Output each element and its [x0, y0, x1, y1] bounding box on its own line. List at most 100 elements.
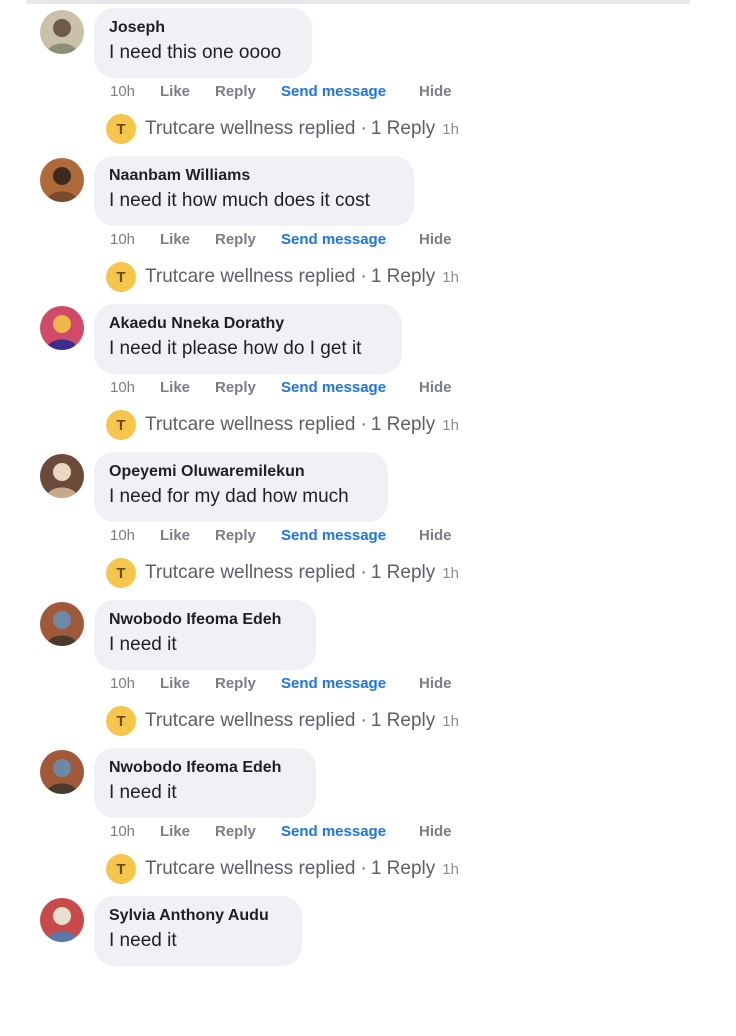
reply-button[interactable]: Reply	[215, 527, 281, 544]
comment-text: I need it how much does it cost	[109, 190, 370, 211]
comment-text: I need for my dad how much	[109, 486, 349, 507]
comment-timestamp[interactable]: 10h	[110, 823, 160, 840]
comment-bubble: Nwobodo Ifeoma Edeh I need it	[94, 600, 316, 670]
comment-item: Naanbam Williams I need it how much does …	[0, 148, 736, 296]
like-button[interactable]: Like	[160, 675, 215, 692]
comment-timestamp[interactable]: 10h	[110, 231, 160, 248]
comment-author[interactable]: Sylvia Anthony Audu	[109, 906, 286, 926]
send-message-button[interactable]: Send message	[281, 675, 419, 692]
comment-item: Nwobodo Ifeoma Edeh I need it 10h Like Reply…	[0, 592, 736, 740]
like-button[interactable]: Like	[160, 823, 215, 840]
like-button[interactable]: Like	[160, 231, 215, 248]
reply-timestamp: 1h	[442, 860, 459, 878]
profile-photo-icon[interactable]	[40, 750, 84, 794]
comment-author[interactable]: Nwobodo Ifeoma Edeh	[109, 758, 300, 778]
reply-button[interactable]: Reply	[215, 823, 281, 840]
comment-bubble: Joseph I need this one oooo	[94, 8, 312, 78]
comment-list: Joseph I need this one oooo 10h Like Reply Se…	[0, 0, 736, 1024]
page-avatar: T	[106, 854, 136, 884]
hide-button[interactable]: Hide	[419, 83, 452, 100]
comment-timestamp[interactable]: 10h	[110, 675, 160, 692]
reply-separator: ·	[360, 118, 367, 139]
hide-button[interactable]: Hide	[419, 231, 452, 248]
profile-photo-icon[interactable]	[40, 158, 84, 202]
comment-actions: 10h Like Reply Send message Hide	[110, 525, 452, 545]
comment-timestamp[interactable]: 10h	[110, 83, 160, 100]
reply-timestamp: 1h	[442, 712, 459, 730]
view-replies-link[interactable]: T Trutcare wellness replied · 1 Reply 1h	[106, 557, 459, 589]
view-replies-link[interactable]: T Trutcare wellness replied · 1 Reply 1h	[106, 261, 459, 293]
reply-summary-text: Trutcare wellness replied	[145, 414, 356, 435]
like-button[interactable]: Like	[160, 83, 215, 100]
comment-actions: 10h Like Reply Send message Hide	[110, 229, 452, 249]
reply-button[interactable]: Reply	[215, 83, 281, 100]
hide-button[interactable]: Hide	[419, 823, 452, 840]
profile-photo-icon[interactable]	[40, 454, 84, 498]
comment-actions: 10h Like Reply Send message Hide	[110, 377, 452, 397]
reply-button[interactable]: Reply	[215, 379, 281, 396]
reply-count: 1 Reply	[370, 710, 436, 731]
reply-timestamp: 1h	[442, 564, 459, 582]
page-avatar: T	[106, 114, 136, 144]
comment-text: I need it please how do I get it	[109, 338, 362, 359]
reply-separator: ·	[360, 562, 367, 583]
view-replies-link[interactable]: T Trutcare wellness replied · 1 Reply 1h	[106, 409, 459, 441]
comment-bubble: Naanbam Williams I need it how much does …	[94, 156, 414, 226]
reply-count: 1 Reply	[370, 858, 436, 879]
reply-timestamp: 1h	[442, 120, 459, 138]
reply-summary-text: Trutcare wellness replied	[145, 266, 356, 287]
like-button[interactable]: Like	[160, 379, 215, 396]
comment-timestamp[interactable]: 10h	[110, 527, 160, 544]
hide-button[interactable]: Hide	[419, 527, 452, 544]
send-message-button[interactable]: Send message	[281, 231, 419, 248]
reply-count: 1 Reply	[370, 414, 436, 435]
reply-timestamp: 1h	[442, 268, 459, 286]
comment-text: I need this one oooo	[109, 42, 282, 63]
reply-separator: ·	[360, 414, 367, 435]
comment-actions: 10h Like Reply Send message Hide	[110, 673, 452, 693]
comment-actions: 10h Like Reply Send message Hide	[110, 81, 452, 101]
comment-timestamp[interactable]: 10h	[110, 379, 160, 396]
profile-photo-icon[interactable]	[40, 898, 84, 942]
send-message-button[interactable]: Send message	[281, 379, 419, 396]
view-replies-link[interactable]: T Trutcare wellness replied · 1 Reply 1h	[106, 853, 459, 885]
like-button[interactable]: Like	[160, 527, 215, 544]
reply-button[interactable]: Reply	[215, 231, 281, 248]
send-message-button[interactable]: Send message	[281, 823, 419, 840]
comment-item: Sylvia Anthony Audu I need it	[0, 888, 736, 1036]
comment-item: Joseph I need this one oooo 10h Like Reply Se…	[0, 0, 736, 148]
reply-summary-text: Trutcare wellness replied	[145, 858, 356, 879]
comment-author[interactable]: Nwobodo Ifeoma Edeh	[109, 610, 300, 630]
reply-summary-text: Trutcare wellness replied	[145, 562, 356, 583]
comment-actions: 10h Like Reply Send message Hide	[110, 821, 452, 841]
profile-photo-icon[interactable]	[40, 306, 84, 350]
comment-item: Opeyemi Oluwaremilekun I need for my dad …	[0, 444, 736, 592]
comment-bubble: Sylvia Anthony Audu I need it	[94, 896, 302, 966]
comment-text: I need it	[109, 930, 177, 951]
page-avatar: T	[106, 262, 136, 292]
hide-button[interactable]: Hide	[419, 675, 452, 692]
page-avatar: T	[106, 706, 136, 736]
comment-bubble: Opeyemi Oluwaremilekun I need for my dad …	[94, 452, 388, 522]
comment-author[interactable]: Opeyemi Oluwaremilekun	[109, 462, 372, 482]
reply-separator: ·	[360, 266, 367, 287]
comment-author[interactable]: Akaedu Nneka Dorathy	[109, 314, 386, 334]
comment-text: I need it	[109, 634, 177, 655]
hide-button[interactable]: Hide	[419, 379, 452, 396]
reply-timestamp: 1h	[442, 416, 459, 434]
reply-summary-text: Trutcare wellness replied	[145, 118, 356, 139]
reply-count: 1 Reply	[370, 118, 436, 139]
send-message-button[interactable]: Send message	[281, 83, 419, 100]
reply-button[interactable]: Reply	[215, 675, 281, 692]
profile-photo-icon[interactable]	[40, 602, 84, 646]
view-replies-link[interactable]: T Trutcare wellness replied · 1 Reply 1h	[106, 705, 459, 737]
reply-count: 1 Reply	[370, 266, 436, 287]
view-replies-link[interactable]: T Trutcare wellness replied · 1 Reply 1h	[106, 113, 459, 145]
comment-bubble: Nwobodo Ifeoma Edeh I need it	[94, 748, 316, 818]
comment-text: I need it	[109, 782, 177, 803]
profile-photo-icon[interactable]	[40, 10, 84, 54]
reply-count: 1 Reply	[370, 562, 436, 583]
comment-author[interactable]: Naanbam Williams	[109, 166, 398, 186]
comment-author[interactable]: Joseph	[109, 18, 296, 38]
send-message-button[interactable]: Send message	[281, 527, 419, 544]
